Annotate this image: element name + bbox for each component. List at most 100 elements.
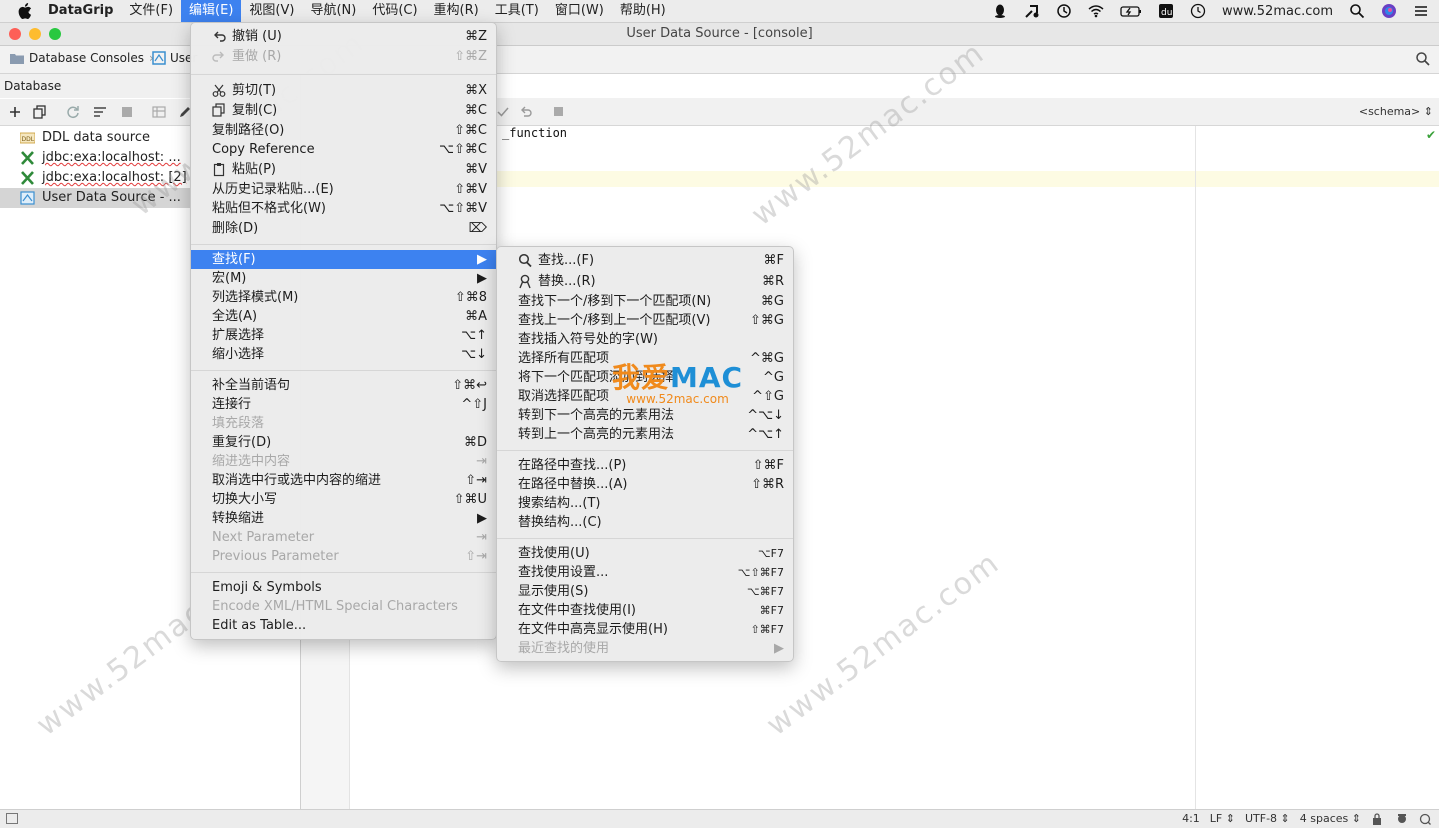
maximize-window-button[interactable] bbox=[49, 28, 61, 40]
menu-item-find[interactable]: 查找(F) ▶ bbox=[191, 250, 496, 269]
menu-item-paste-from-history[interactable]: 从历史记录粘贴...(E) ⇧⌘V bbox=[191, 180, 496, 199]
menu-item-convert-indents[interactable]: 转换缩进 ▶ bbox=[191, 509, 496, 528]
menu-item-indent-selection[interactable]: 缩进选中内容 ⇥ bbox=[191, 452, 496, 471]
menu-file[interactable]: 文件(F) bbox=[121, 0, 181, 22]
menu-item-unindent[interactable]: 取消选中行或选中内容的缩进 ⇧⇥ bbox=[191, 471, 496, 490]
table-icon[interactable] bbox=[152, 105, 166, 119]
menu-tools[interactable]: 工具(T) bbox=[487, 0, 547, 22]
line-ending-selector[interactable]: LF ⇕ bbox=[1210, 812, 1235, 825]
encoding-selector[interactable]: UTF-8 ⇕ bbox=[1245, 812, 1290, 825]
menu-item-undo[interactable]: 撤销 (U) ⌘Z bbox=[191, 27, 496, 46]
menu-item-recent-find-usages[interactable]: 最近查找的使用 ▶ bbox=[497, 639, 793, 658]
menu-item-edit-as-table[interactable]: Edit as Table... bbox=[191, 616, 496, 635]
menu-item-shrink-selection[interactable]: 缩小选择 ⌥↓ bbox=[191, 345, 496, 364]
menu-item-previous-highlighted-usage[interactable]: 转到上一个高亮的元素用法 ^⌥↑ bbox=[497, 425, 793, 444]
menu-item-copy-reference[interactable]: Copy Reference ⌥⇧⌘C bbox=[191, 140, 496, 159]
du-icon[interactable]: du bbox=[1158, 3, 1174, 19]
menu-code[interactable]: 代码(C) bbox=[364, 0, 425, 22]
add-icon[interactable] bbox=[8, 105, 22, 119]
caret-position[interactable]: 4:1 bbox=[1182, 812, 1200, 825]
event-log-icon[interactable] bbox=[1419, 813, 1431, 825]
menu-item-search-structurally[interactable]: 搜索结构...(T) bbox=[497, 494, 793, 513]
menu-item-cut[interactable]: 剪切(T) ⌘X bbox=[191, 81, 496, 100]
menu-item-shortcut: ⌥↓ bbox=[461, 347, 487, 362]
indent-selector[interactable]: 4 spaces ⇕ bbox=[1300, 812, 1361, 825]
menu-item-paste-without-formatting[interactable]: 粘贴但不格式化(W) ⌥⇧⌘V bbox=[191, 199, 496, 218]
menu-item-join-lines[interactable]: 连接行 ^⇧J bbox=[191, 395, 496, 414]
menu-item-shortcut: ⌘C bbox=[464, 103, 487, 118]
menu-item-replace[interactable]: 替换...(R) ⌘R bbox=[497, 272, 793, 291]
tree-item-ddl-data-source[interactable]: DDL DDL data source bbox=[0, 128, 190, 148]
commit-check-icon[interactable] bbox=[497, 106, 509, 118]
menu-item-find-previous[interactable]: 查找上一个/移到上一个匹配项(V) ⇧⌘G bbox=[497, 311, 793, 330]
menu-item-find-usages-in-file[interactable]: 在文件中查找使用(I) ⌘F7 bbox=[497, 601, 793, 620]
stop-icon[interactable] bbox=[120, 105, 134, 119]
menu-item-unselect-occurrence[interactable]: 取消选择匹配项 ^⇧G bbox=[497, 387, 793, 406]
app-menu-datagrip[interactable]: DataGrip bbox=[40, 0, 121, 22]
wifi-icon[interactable] bbox=[1088, 3, 1104, 19]
menu-item-delete[interactable]: 删除(D) ⌦ bbox=[191, 219, 496, 238]
qq-icon[interactable] bbox=[992, 3, 1008, 19]
menu-item-next-parameter[interactable]: Next Parameter ⇥ bbox=[191, 528, 496, 547]
menu-item-redo[interactable]: 重做 (R) ⇧⌘Z bbox=[191, 47, 496, 66]
refresh-icon[interactable] bbox=[66, 105, 80, 119]
menu-item-find-usages[interactable]: 查找使用(U) ⌥F7 bbox=[497, 544, 793, 563]
menu-item-next-highlighted-usage[interactable]: 转到下一个高亮的元素用法 ^⌥↓ bbox=[497, 406, 793, 425]
copy-icon[interactable] bbox=[33, 105, 47, 119]
menu-edit[interactable]: 编辑(E) bbox=[181, 0, 242, 22]
menu-item-find-next[interactable]: 查找下一个/移到下一个匹配项(N) ⌘G bbox=[497, 292, 793, 311]
time-machine-icon[interactable] bbox=[1056, 3, 1072, 19]
menu-item-add-next-occurrence[interactable]: 将下一个匹配项添加到选择 ^G bbox=[497, 368, 793, 387]
schema-selector[interactable]: <schema> ⇕ bbox=[1359, 105, 1433, 118]
menu-item-emoji-symbols[interactable]: Emoji & Symbols bbox=[191, 578, 496, 597]
menu-item-find-usages-settings[interactable]: 查找使用设置... ⌥⇧⌘F7 bbox=[497, 563, 793, 582]
apple-icon[interactable] bbox=[18, 3, 32, 19]
menu-item-column-selection-mode[interactable]: 列选择模式(M) ⇧⌘8 bbox=[191, 288, 496, 307]
menu-item-toggle-case[interactable]: 切换大小写 ⇧⌘U bbox=[191, 490, 496, 509]
notification-center-icon[interactable] bbox=[1413, 3, 1429, 19]
breadcrumb-database-consoles[interactable]: Database Consoles › bbox=[10, 51, 154, 65]
menu-item-find-in-path[interactable]: 在路径中查找...(P) ⇧⌘F bbox=[497, 456, 793, 475]
menu-item-replace-in-path[interactable]: 在路径中替换...(A) ⇧⌘R bbox=[497, 475, 793, 494]
menu-item-macros[interactable]: 宏(M) ▶ bbox=[191, 269, 496, 288]
minimize-window-button[interactable] bbox=[29, 28, 41, 40]
menu-help[interactable]: 帮助(H) bbox=[612, 0, 674, 22]
spotlight-search-icon[interactable] bbox=[1349, 3, 1365, 19]
stop-execution-icon[interactable] bbox=[553, 106, 564, 117]
battery-icon[interactable] bbox=[1120, 3, 1142, 19]
clock-icon[interactable] bbox=[1190, 3, 1206, 19]
search-everywhere-icon[interactable] bbox=[1415, 51, 1431, 67]
menu-item-extend-selection[interactable]: 扩展选择 ⌥↑ bbox=[191, 326, 496, 345]
menu-item-find[interactable]: 查找...(F) ⌘F bbox=[497, 251, 793, 270]
menu-item-encode-xml[interactable]: Encode XML/HTML Special Characters bbox=[191, 597, 496, 616]
lock-icon[interactable] bbox=[1371, 812, 1385, 825]
rollback-icon[interactable] bbox=[520, 106, 532, 118]
menu-item-paste[interactable]: 粘贴(P) ⌘V bbox=[191, 160, 496, 179]
tree-item-jdbc-localhost[interactable]: jdbc:exa:localhost: ... bbox=[0, 148, 190, 168]
menu-item-label: 粘贴(P) bbox=[232, 162, 276, 177]
siri-icon[interactable] bbox=[1381, 3, 1397, 19]
menu-item-find-word-at-caret[interactable]: 查找插入符号处的字(W) bbox=[497, 330, 793, 349]
menu-item-highlight-usages-in-file[interactable]: 在文件中高亮显示使用(H) ⇧⌘F7 bbox=[497, 620, 793, 639]
menu-view[interactable]: 视图(V) bbox=[241, 0, 302, 22]
menu-item-complete-current-statement[interactable]: 补全当前语句 ⇧⌘↩ bbox=[191, 376, 496, 395]
tree-item-user-data-source[interactable]: User Data Source - ... bbox=[0, 188, 190, 208]
menu-item-select-all-occurrences[interactable]: 选择所有匹配项 ^⌘G bbox=[497, 349, 793, 368]
menu-item-previous-parameter[interactable]: Previous Parameter ⇧⇥ bbox=[191, 547, 496, 566]
menu-item-replace-structurally[interactable]: 替换结构...(C) bbox=[497, 513, 793, 532]
menu-navigate[interactable]: 导航(N) bbox=[302, 0, 364, 22]
menu-window[interactable]: 窗口(W) bbox=[547, 0, 612, 22]
tool-windows-toggle-icon[interactable] bbox=[6, 813, 18, 824]
menu-item-copy[interactable]: 复制(C) ⌘C bbox=[191, 101, 496, 120]
menu-item-show-usages[interactable]: 显示使用(S) ⌥⌘F7 bbox=[497, 582, 793, 601]
menu-item-copy-path[interactable]: 复制路径(O) ⇧⌘C bbox=[191, 121, 496, 140]
tool-icon[interactable] bbox=[1024, 3, 1040, 19]
close-window-button[interactable] bbox=[9, 28, 21, 40]
schema-icon[interactable] bbox=[93, 105, 107, 119]
menu-item-duplicate-line[interactable]: 重复行(D) ⌘D bbox=[191, 433, 496, 452]
menu-item-fill-paragraph[interactable]: 填充段落 bbox=[191, 414, 496, 433]
tree-item-jdbc-localhost-2[interactable]: jdbc:exa:localhost: [2] bbox=[0, 168, 190, 188]
inspector-icon[interactable] bbox=[1395, 813, 1409, 825]
menu-refactor[interactable]: 重构(R) bbox=[426, 0, 487, 22]
menu-item-select-all[interactable]: 全选(A) ⌘A bbox=[191, 307, 496, 326]
